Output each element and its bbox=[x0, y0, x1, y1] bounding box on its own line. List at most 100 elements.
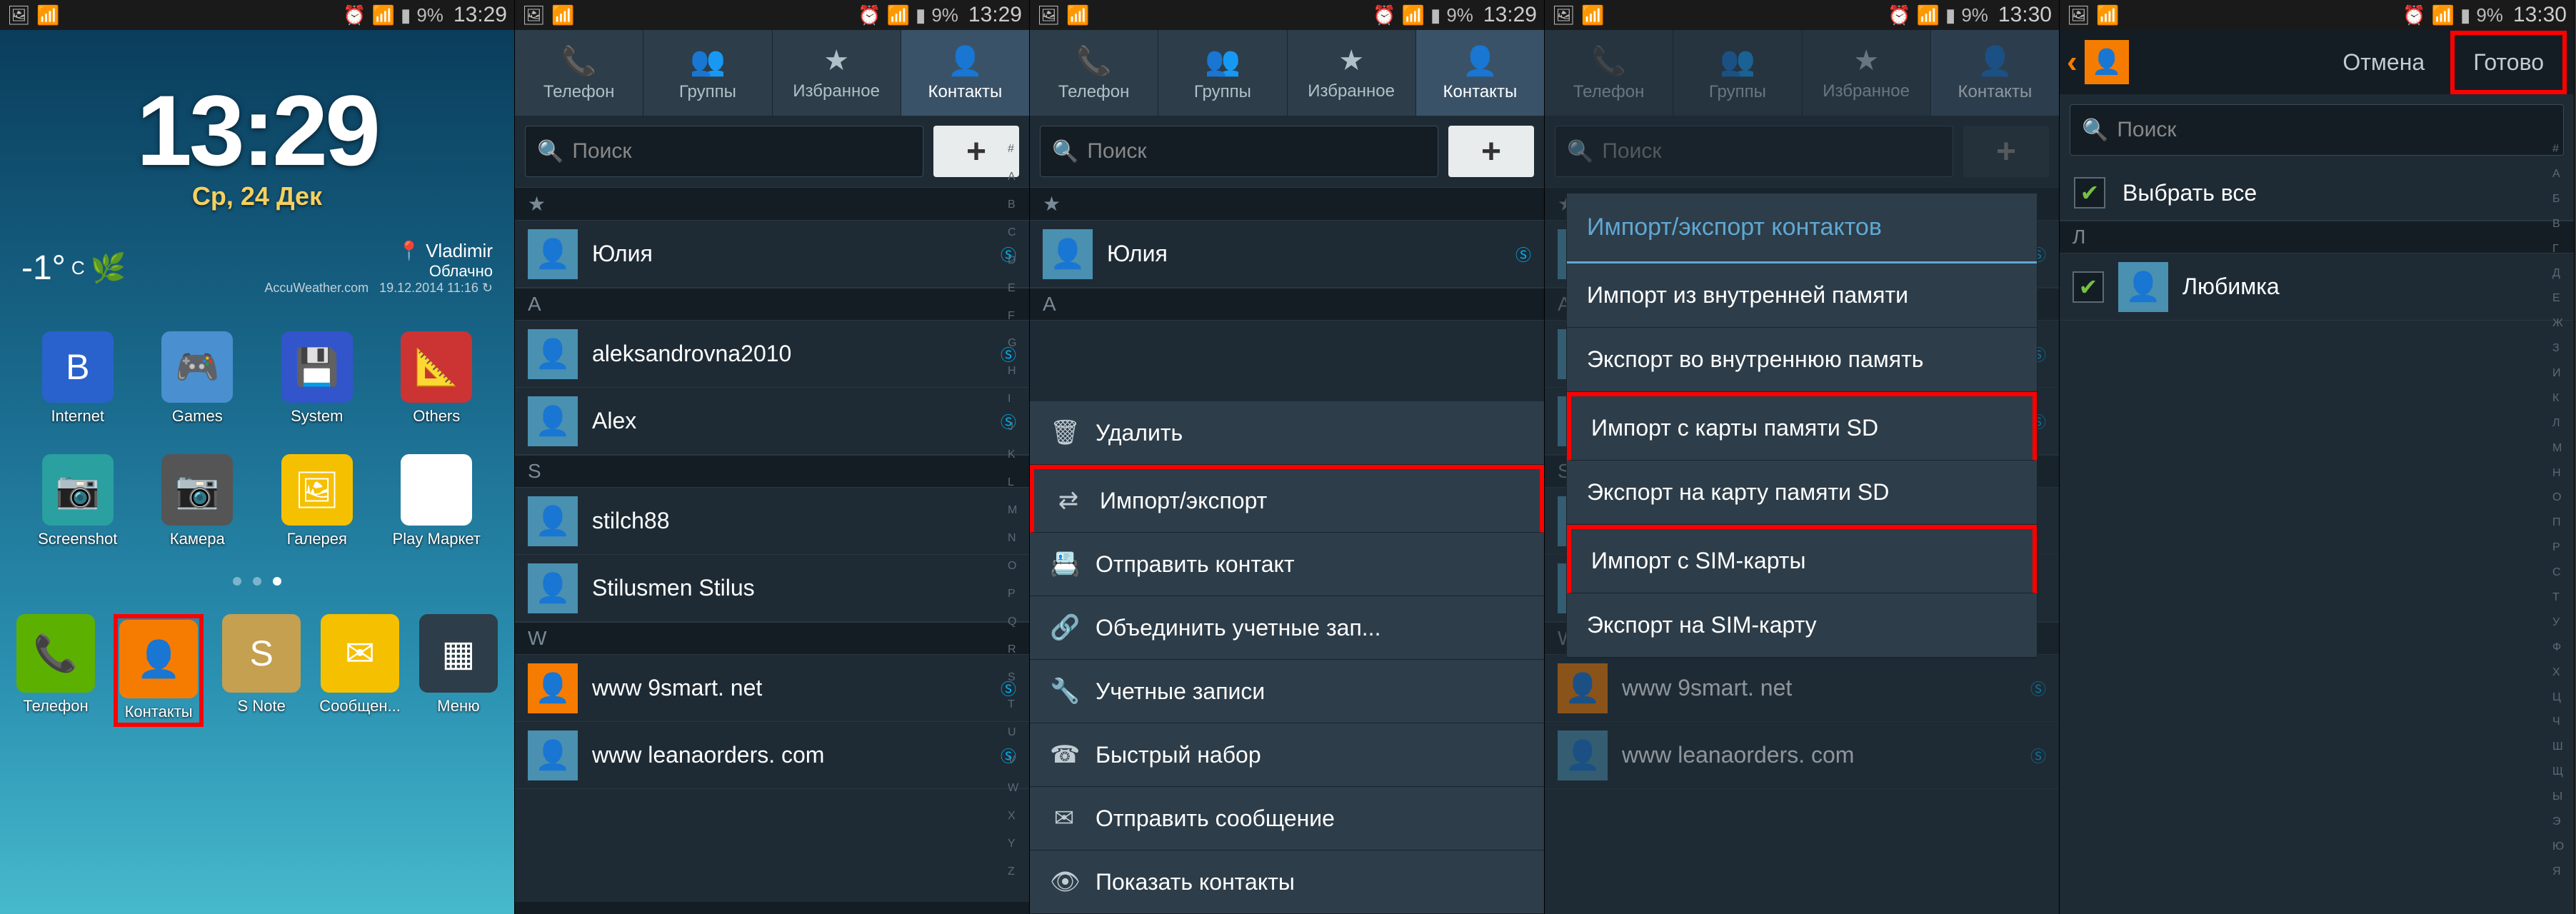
contact-row[interactable]: 👤www 9smart. netⓈ bbox=[515, 655, 1029, 722]
app-icon-internet[interactable]: BInternet bbox=[21, 331, 134, 426]
app-icon-others[interactable]: 📐Others bbox=[381, 331, 493, 426]
app-icon-s-note[interactable]: S S Note bbox=[222, 614, 301, 727]
weather-updated: 19.12.2014 11:16 bbox=[379, 281, 478, 295]
screen-homescreen: 🖼 📶 ⏰ 📶 ▮ 9% 13:29 13:29 Ср, 24 Дек -1° … bbox=[0, 0, 515, 914]
app-icon-меню[interactable]: ▦Меню bbox=[419, 614, 498, 727]
tab-контакты[interactable]: 👤Контакты bbox=[1416, 30, 1544, 116]
contact-row[interactable]: 👤www leanaorders. comⓈ bbox=[515, 722, 1029, 789]
clock-widget[interactable]: 13:29 Ср, 24 Дек bbox=[0, 30, 514, 233]
tab-icon: 👥 bbox=[690, 44, 726, 78]
import-export-dialog: Импорт/экспорт контактов Импорт из внутр… bbox=[1566, 193, 2038, 658]
menu-item-импорт-экспорт[interactable]: ⇄Импорт/экспорт bbox=[1030, 465, 1544, 533]
contact-row[interactable]: 👤Stilusmen Stilus bbox=[515, 555, 1029, 622]
skype-icon: Ⓢ bbox=[1515, 243, 1531, 266]
contact-row[interactable]: ✔ 👤 Любимка bbox=[2060, 253, 2574, 321]
contact-row[interactable]: 👤 Юлия Ⓢ bbox=[1030, 221, 1544, 288]
tab-label: Телефон bbox=[1573, 82, 1645, 102]
contact-name: www leanaorders. com bbox=[592, 742, 986, 768]
app-glyph-icon: ▦ bbox=[419, 614, 498, 693]
app-icon-телефон[interactable]: 📞Телефон bbox=[16, 614, 95, 727]
tab-телефон[interactable]: 📞Телефон bbox=[1030, 30, 1158, 116]
avatar: 👤 bbox=[1043, 229, 1093, 279]
app-glyph-icon: S bbox=[222, 614, 301, 693]
dialog-item[interactable]: Импорт из внутренней памяти bbox=[1567, 263, 2037, 328]
tab-контакты[interactable]: 👤Контакты bbox=[901, 30, 1029, 116]
alphabet-index[interactable]: #АБВГДЕЖЗИКЛМНОПРСТУФХЦЧШЩЫЭЮЯ bbox=[2552, 143, 2572, 878]
done-button[interactable]: Готово bbox=[2450, 31, 2567, 94]
menu-icon: ☎ bbox=[1050, 740, 1078, 769]
tab-контакты[interactable]: 👤Контакты bbox=[1931, 30, 2059, 116]
dialog-item[interactable]: Импорт с SIM-карты bbox=[1567, 525, 2037, 593]
refresh-icon[interactable]: ↻ bbox=[482, 281, 493, 295]
contact-row[interactable]: 👤AlexⓈ bbox=[515, 388, 1029, 455]
app-label: Сообщен... bbox=[319, 697, 401, 715]
menu-icon: 👁 bbox=[1050, 868, 1078, 896]
app-glyph-icon: 📷 bbox=[161, 454, 233, 526]
contact-name: Юлия bbox=[1107, 241, 1501, 267]
add-contact-button[interactable]: + bbox=[1448, 126, 1534, 177]
app-glyph-icon: 📷 bbox=[42, 454, 114, 526]
app-icon-system[interactable]: 💾System bbox=[261, 331, 374, 426]
tab-избранное[interactable]: ★Избранное bbox=[773, 30, 901, 116]
tab-группы[interactable]: 👥Группы bbox=[643, 30, 772, 116]
select-all-checkbox[interactable]: ✔ bbox=[2074, 177, 2105, 209]
dialog-item[interactable]: Импорт с карты памяти SD bbox=[1567, 392, 2037, 461]
contact-row[interactable]: 👤aleksandrovna2010Ⓢ bbox=[515, 321, 1029, 388]
search-input[interactable]: 🔍 Поиск bbox=[1040, 126, 1438, 177]
tab-избранное[interactable]: ★Избранное bbox=[1288, 30, 1416, 116]
menu-icon: ⇄ bbox=[1054, 486, 1083, 515]
tab-телефон[interactable]: 📞Телефон bbox=[1545, 30, 1673, 116]
app-icon-games[interactable]: 🎮Games bbox=[141, 331, 254, 426]
app-icon-камера[interactable]: 📷 Камера bbox=[141, 454, 254, 548]
menu-item-объединить-учетные-зап---[interactable]: 🔗Объединить учетные зап... bbox=[1030, 596, 1544, 660]
screenshot-icon: 🖼 bbox=[2067, 4, 2090, 26]
section-header: ★ bbox=[515, 187, 1029, 221]
app-grid-row1: BInternet🎮Games💾System📐Others bbox=[0, 317, 514, 440]
tab-избранное[interactable]: ★Избранное bbox=[1803, 30, 1931, 116]
search-icon: 🔍 bbox=[1567, 139, 1593, 164]
app-icon-play-маркет[interactable]: ▶Play Маркет bbox=[381, 454, 493, 548]
alphabet-index[interactable]: #ABCDEFGHIJKLMNOPQRSTUVWXYZ bbox=[1008, 143, 1028, 878]
menu-item-быстрый-набор[interactable]: ☎Быстрый набор bbox=[1030, 723, 1544, 787]
add-contact-button[interactable]: + bbox=[933, 126, 1019, 177]
app-label: Телефон bbox=[23, 697, 88, 715]
alarm-icon: ⏰ bbox=[2402, 4, 2425, 26]
search-input[interactable]: 🔍 Поиск bbox=[2070, 104, 2564, 156]
tab-icon: ★ bbox=[1853, 44, 1879, 77]
app-icon-сообщен---[interactable]: ✉Сообщен... bbox=[319, 614, 401, 727]
app-label: Камера bbox=[170, 530, 225, 548]
app-label: S Note bbox=[238, 697, 286, 715]
signal-icon: 📶 bbox=[2432, 4, 2455, 26]
battery-icon: ▮ bbox=[916, 4, 926, 26]
menu-item-показать-контакты[interactable]: 👁Показать контакты bbox=[1030, 850, 1544, 914]
back-button[interactable]: ‹ bbox=[2067, 44, 2078, 80]
weather-widget[interactable]: -1° C 🌿 📍 Vladimir Облачно AccuWeather.c… bbox=[0, 233, 514, 317]
app-icon-галерея[interactable]: 🖼Галерея bbox=[261, 454, 374, 548]
menu-icon: 🔗 bbox=[1050, 613, 1078, 642]
select-all-row[interactable]: ✔ Выбрать все bbox=[2060, 166, 2574, 221]
contact-row[interactable]: 👤stilch88 bbox=[515, 488, 1029, 555]
page-indicator[interactable] bbox=[0, 563, 514, 600]
tab-label: Контакты bbox=[1958, 82, 2033, 102]
app-glyph-icon: 💾 bbox=[281, 331, 353, 403]
tab-группы[interactable]: 👥Группы bbox=[1158, 30, 1287, 116]
menu-item-отправить-сообщение[interactable]: ✉Отправить сообщение bbox=[1030, 787, 1544, 850]
tab-группы[interactable]: 👥Группы bbox=[1673, 30, 1802, 116]
contact-checkbox[interactable]: ✔ bbox=[2073, 271, 2104, 303]
menu-item-учетные-записи[interactable]: 🔧Учетные записи bbox=[1030, 660, 1544, 723]
search-input[interactable]: 🔍 Поиск bbox=[525, 126, 923, 177]
dialog-item[interactable]: Экспорт на SIM-карту bbox=[1567, 593, 2037, 658]
app-icon-контакты[interactable]: 👤Контакты bbox=[114, 614, 204, 727]
dialog-item[interactable]: Экспорт во внутреннюю память bbox=[1567, 328, 2037, 392]
contact-list[interactable]: ★👤ЮлияⓈA👤aleksandrovna2010Ⓢ👤AlexⓈS👤stilc… bbox=[515, 187, 1029, 902]
cancel-button[interactable]: Отмена bbox=[2324, 35, 2443, 90]
app-icon-screenshot[interactable]: 📷Screenshot bbox=[21, 454, 134, 548]
contact-row[interactable]: 👤ЮлияⓈ bbox=[515, 221, 1029, 288]
tab-телефон[interactable]: 📞Телефон bbox=[515, 30, 643, 116]
menu-label: Удалить bbox=[1096, 420, 1183, 446]
menu-item-отправить-контакт[interactable]: 📇Отправить контакт bbox=[1030, 533, 1544, 596]
wifi-icon: 📶 bbox=[36, 4, 59, 26]
menu-item-удалить[interactable]: 🗑Удалить bbox=[1030, 401, 1544, 465]
menu-icon: ✉ bbox=[1050, 804, 1078, 833]
dialog-item[interactable]: Экспорт на карту памяти SD bbox=[1567, 461, 2037, 525]
